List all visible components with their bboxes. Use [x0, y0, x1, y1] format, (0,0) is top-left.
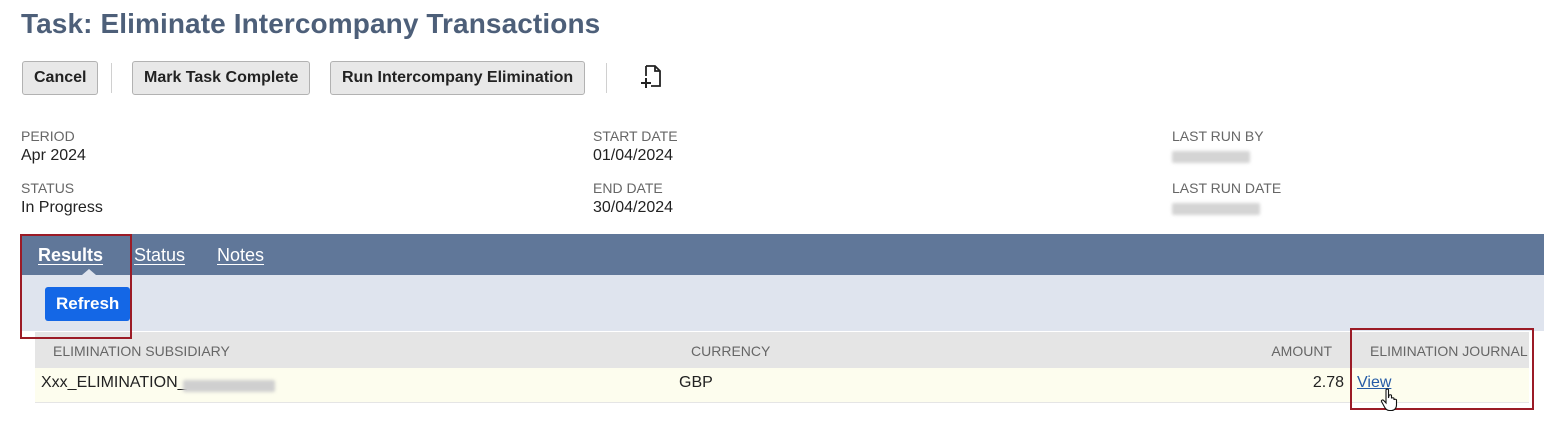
toolbar-separator	[606, 63, 607, 93]
last-run-date-redacted	[1172, 203, 1260, 215]
tab-status[interactable]: Status	[134, 245, 185, 266]
page-title: Task: Eliminate Intercompany Transaction…	[21, 8, 601, 39]
period-label: PERIOD	[21, 128, 75, 144]
cancel-button[interactable]: Cancel	[22, 61, 99, 95]
amount-cell: 2.78	[1312, 374, 1344, 391]
start-date-value: 01/04/2024	[593, 147, 674, 164]
refresh-button[interactable]: Refresh	[45, 287, 131, 321]
mark-task-complete-button[interactable]: Mark Task Complete	[132, 61, 311, 95]
end-date-label: END DATE	[593, 180, 663, 196]
tab-notes[interactable]: Notes	[217, 245, 264, 266]
currency-cell: GBP	[679, 374, 713, 391]
start-date-label: START DATE	[593, 128, 678, 144]
tab-results[interactable]: Results	[38, 245, 103, 266]
end-date-value: 30/04/2024	[593, 199, 674, 216]
column-header-elimination-subsidiary: ELIMINATION SUBSIDIARY	[53, 343, 230, 359]
elimination-subsidiary-cell: Xxx_ELIMINATION_	[41, 374, 187, 391]
results-toolbar	[20, 275, 1544, 331]
status-value: In Progress	[21, 199, 103, 216]
last-run-date-label: LAST RUN DATE	[1172, 180, 1282, 196]
tab-bar: Results Status Notes	[20, 234, 1544, 275]
hand-pointer-cursor-icon	[1380, 388, 1398, 412]
results-table-header: ELIMINATION SUBSIDIARY CURRENCY AMOUNT E…	[35, 332, 1529, 368]
column-header-amount: AMOUNT	[1271, 343, 1332, 359]
toolbar-separator	[111, 63, 112, 93]
column-header-elimination-journal: ELIMINATION JOURNAL	[1370, 343, 1528, 359]
last-run-by-redacted	[1172, 151, 1250, 163]
run-intercompany-elimination-button[interactable]: Run Intercompany Elimination	[330, 61, 586, 95]
subsidiary-name-redacted	[183, 380, 275, 392]
status-label: STATUS	[21, 180, 75, 196]
document-add-icon[interactable]	[640, 64, 664, 90]
column-header-currency: CURRENCY	[691, 343, 771, 359]
last-run-by-label: LAST RUN BY	[1172, 128, 1264, 144]
period-value: Apr 2024	[21, 147, 86, 164]
table-row: Xxx_ELIMINATION_ GBP 2.78 View	[35, 368, 1529, 403]
